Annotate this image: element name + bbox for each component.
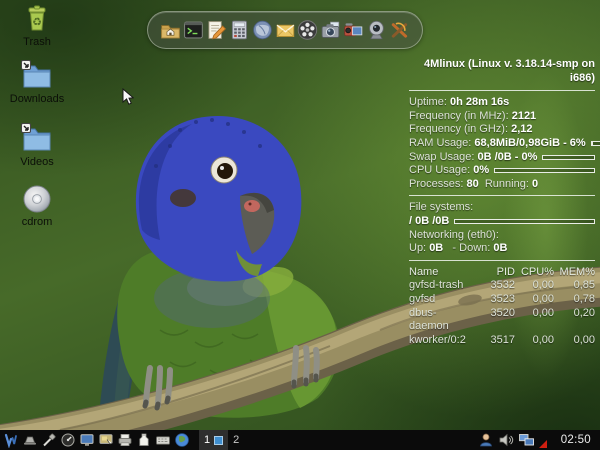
desktop-icon-videos[interactable]: Videos bbox=[2, 120, 72, 168]
desktop-icon-cdrom[interactable]: cdrom bbox=[2, 184, 72, 228]
process-cpu: 0,00 bbox=[532, 306, 554, 319]
workspace-2[interactable]: 2 bbox=[228, 430, 244, 450]
email-icon[interactable] bbox=[274, 17, 297, 43]
process-name: gvfsd bbox=[409, 292, 436, 305]
desktop-icon-label: Videos bbox=[20, 156, 54, 168]
screenshot-tool-icon[interactable] bbox=[319, 17, 342, 43]
ram-usage-bar bbox=[590, 141, 600, 147]
mouse-cursor bbox=[122, 88, 134, 105]
process-name: kworker/0:2 bbox=[409, 333, 466, 346]
cpu-usage-bar bbox=[494, 168, 595, 174]
package-icon[interactable] bbox=[136, 432, 152, 448]
application-dock bbox=[147, 11, 423, 49]
process-table: Name PID CPU% MEM% gvfsd-trash 3532 0,00… bbox=[409, 266, 595, 348]
user-icon[interactable] bbox=[478, 432, 494, 448]
networking-header: Networking (eth0): bbox=[409, 228, 499, 241]
workspace-pager: 1 2 bbox=[199, 430, 244, 450]
taskbar: 1 2 02:50 bbox=[0, 430, 600, 450]
cdrom-icon bbox=[23, 185, 51, 213]
volume-icon[interactable] bbox=[498, 432, 514, 448]
stat-uptime: Uptime: 0h 28m 16s bbox=[409, 96, 510, 109]
camcorder-icon[interactable] bbox=[342, 17, 365, 43]
svg-text:♻: ♻ bbox=[32, 17, 42, 29]
stat-frequency-mhz: Frequency (in MHz): 2121 bbox=[409, 109, 537, 122]
desktop-icon-label: Trash bbox=[23, 36, 51, 48]
separator bbox=[409, 259, 595, 261]
desktop-icon-downloads[interactable]: Downloads bbox=[2, 57, 72, 105]
stat-frequency-ghz: Frequency (in GHz): 2,12 bbox=[409, 123, 533, 136]
network-icon[interactable] bbox=[518, 432, 535, 448]
process-mem: 0,00 bbox=[573, 333, 595, 346]
folder-icon bbox=[21, 60, 51, 88]
window-indicator bbox=[214, 435, 224, 445]
trash-icon: ♻ bbox=[28, 5, 46, 31]
stat-ram-usage: RAM Usage: 68,8MiB/0,98GiB - 6% bbox=[409, 137, 600, 151]
filesystem-root: / 0B /0B bbox=[409, 215, 595, 229]
process-mem: 0,85 bbox=[573, 279, 595, 292]
webcam-icon[interactable] bbox=[365, 17, 388, 43]
display-icon[interactable] bbox=[79, 432, 95, 448]
system-monitor-overlay: 4Mlinux (Linux v. 3.18.14-smp on i686) U… bbox=[409, 58, 600, 348]
desktop-preferences-icon[interactable] bbox=[98, 432, 114, 448]
calculator-icon[interactable] bbox=[228, 17, 251, 43]
taskbar-clock: 02:50 bbox=[560, 434, 591, 446]
workspace-1[interactable]: 1 bbox=[199, 430, 229, 450]
system-tray: 02:50 bbox=[478, 432, 597, 448]
gauge-icon[interactable] bbox=[60, 432, 76, 448]
separator bbox=[409, 90, 595, 92]
text-editor-icon[interactable] bbox=[205, 17, 228, 43]
network-updown: Up: 0B - Down: 0B bbox=[409, 242, 508, 255]
process-cpu: 0,00 bbox=[532, 333, 554, 346]
process-pid: 3532 bbox=[490, 279, 515, 292]
system-title: 4Mlinux (Linux v. 3.18.14-smp on i686) bbox=[424, 58, 595, 84]
laptop-icon[interactable] bbox=[22, 432, 38, 448]
desktop-icon-label: cdrom bbox=[21, 216, 53, 228]
process-mem: 0,20 bbox=[573, 306, 595, 319]
media-player-icon[interactable] bbox=[296, 17, 319, 43]
column-header: PID bbox=[496, 265, 515, 278]
desktop-icon-trash[interactable]: ♻ Trash bbox=[2, 4, 72, 48]
process-cpu: 0,00 bbox=[532, 292, 554, 305]
process-name: dbus-daemon bbox=[409, 306, 449, 333]
desktop-wallpaper: ♻ Trash Downloads Videos cdrom 4Mlinux (… bbox=[0, 0, 600, 450]
process-pid: 3523 bbox=[490, 292, 515, 305]
separator bbox=[409, 195, 595, 197]
process-pid: 3520 bbox=[490, 306, 515, 319]
filesystems-header: File systems: bbox=[409, 201, 474, 214]
globe-icon[interactable] bbox=[174, 432, 190, 448]
terminal-icon[interactable] bbox=[182, 17, 205, 43]
filesystem-bar bbox=[454, 219, 595, 225]
alert-triangle-icon[interactable] bbox=[538, 440, 547, 448]
swap-usage-bar bbox=[542, 154, 595, 160]
process-cpu: 0,00 bbox=[532, 279, 554, 292]
process-mem: 0,78 bbox=[573, 292, 595, 305]
keyboard-icon[interactable] bbox=[155, 432, 171, 448]
column-header: Name bbox=[409, 265, 439, 278]
stat-cpu-usage: CPU Usage: 0% bbox=[409, 164, 595, 178]
process-name: gvfsd-trash bbox=[409, 279, 464, 292]
desktop-icon-label: Downloads bbox=[9, 93, 65, 105]
column-header: CPU% bbox=[520, 265, 554, 278]
tool-icon[interactable] bbox=[41, 432, 57, 448]
stat-processes: Processes: 80 Running: 0 bbox=[409, 177, 539, 190]
stat-swap-usage: Swap Usage: 0B /0B - 0% bbox=[409, 151, 595, 165]
menu-logo-icon[interactable] bbox=[3, 432, 19, 448]
printer-icon[interactable] bbox=[117, 432, 133, 448]
web-browser-icon[interactable] bbox=[251, 17, 274, 43]
column-header: MEM% bbox=[559, 265, 595, 278]
file-manager-icon[interactable] bbox=[159, 17, 182, 43]
games-icon[interactable] bbox=[388, 17, 411, 43]
process-pid: 3517 bbox=[490, 333, 515, 346]
folder-icon bbox=[21, 123, 51, 151]
